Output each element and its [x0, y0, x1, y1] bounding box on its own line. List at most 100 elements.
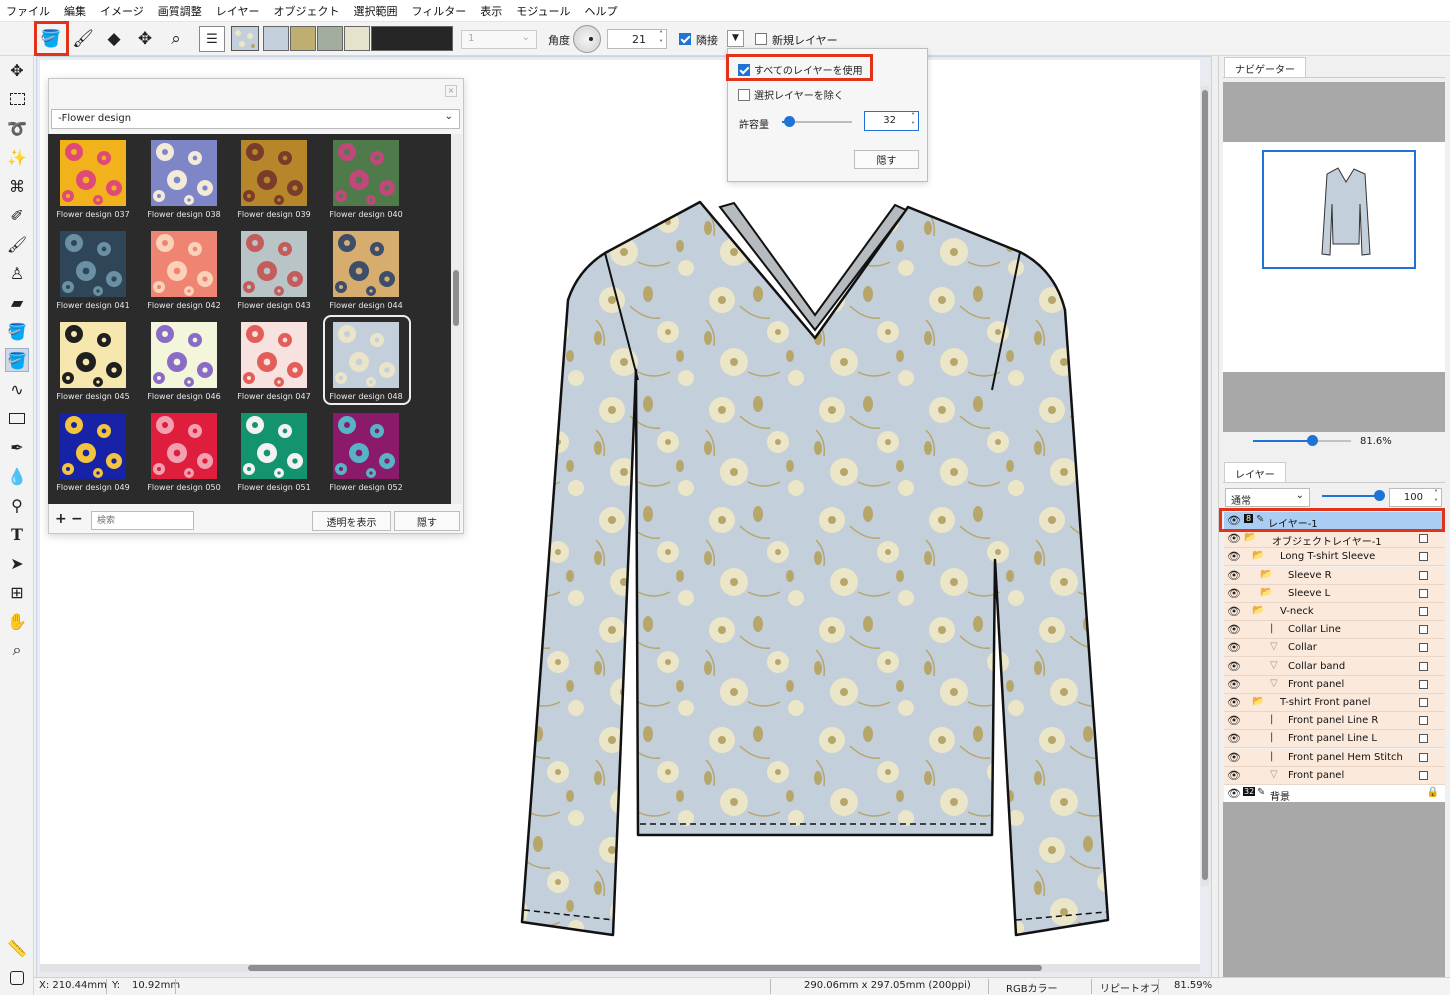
visibility-eye-icon[interactable]: 👁	[1227, 678, 1241, 691]
menu-item-10[interactable]: ヘルプ	[584, 3, 617, 19]
visibility-eye-icon[interactable]: 👁	[1227, 587, 1241, 600]
add-pattern-button[interactable]: +	[55, 511, 67, 527]
dodge-tool-icon[interactable]: ⚲	[5, 493, 29, 517]
move-tool-icon[interactable]: ✥	[5, 58, 29, 82]
menu-item-7[interactable]: フィルター	[411, 3, 466, 19]
layer-select-box[interactable]	[1419, 679, 1428, 689]
vertical-scrollbar[interactable]	[1201, 86, 1209, 886]
menu-item-1[interactable]: 編集	[64, 3, 86, 19]
hand-tool-icon[interactable]: ✋	[5, 609, 29, 633]
pattern-tile[interactable]	[151, 322, 217, 388]
visibility-eye-icon[interactable]: 👁	[1227, 514, 1241, 527]
zigzag-tool-icon[interactable]: ∿	[5, 377, 29, 401]
pattern-tile[interactable]	[60, 413, 126, 479]
magic-wand-icon[interactable]: ✨	[5, 145, 29, 169]
brush-fill-icon[interactable]: 🖌	[70, 26, 96, 52]
marquee-tool-icon[interactable]	[5, 87, 29, 111]
layer-select-box[interactable]	[1419, 770, 1428, 780]
blur-tool-icon[interactable]: 💧	[5, 464, 29, 488]
quick-mask-icon[interactable]	[5, 966, 29, 990]
color-swatch-3[interactable]	[344, 26, 370, 51]
pattern-search-input[interactable]	[91, 511, 194, 530]
layer-row[interactable]: 👁 📂 T-shirt Front panel	[1224, 694, 1445, 712]
layer-row[interactable]: 👁 ▽ Front panel	[1224, 675, 1445, 694]
visibility-eye-icon[interactable]: 👁	[1227, 605, 1241, 618]
tolerance-input[interactable]: 32 ˄ ˅	[864, 111, 919, 131]
visibility-eye-icon[interactable]: 👁	[1227, 769, 1241, 782]
layer-select-box[interactable]	[1419, 734, 1428, 744]
layer-row[interactable]: 👁 📂 オブジェクトレイヤー-1	[1224, 530, 1445, 549]
rectangle-tool-icon[interactable]	[5, 406, 29, 430]
pattern-tile[interactable]	[60, 322, 126, 388]
menu-item-2[interactable]: イメージ	[100, 3, 144, 19]
eraser-fill-icon[interactable]: ◆	[101, 26, 127, 52]
color-swatch-2[interactable]	[317, 26, 343, 51]
settings-sliders-icon[interactable]: ☰	[199, 26, 225, 52]
layer-select-box[interactable]	[1419, 570, 1428, 580]
layer-row[interactable]: 👁 ▽ Collar band	[1224, 657, 1445, 676]
layer-row[interactable]: 👁 ▽ Front panel	[1224, 766, 1445, 785]
visibility-eye-icon[interactable]: 👁	[1227, 751, 1241, 764]
navigator-tab[interactable]: ナビゲーター	[1224, 57, 1306, 77]
pattern-tile[interactable]	[333, 140, 399, 206]
palette-close-icon[interactable]: ×	[445, 85, 457, 97]
pattern-tile[interactable]	[151, 231, 217, 297]
layer-select-box[interactable]	[1419, 698, 1428, 707]
remove-pattern-button[interactable]: −	[71, 511, 83, 527]
menu-item-5[interactable]: オブジェクト	[273, 3, 339, 19]
opacity-slider[interactable]	[1322, 490, 1385, 501]
layer-row[interactable]: 👁 | Front panel Line R	[1224, 712, 1445, 731]
pattern-tile[interactable]	[151, 140, 217, 206]
lasso-tool-icon[interactable]: ➰	[5, 116, 29, 140]
opacity-input[interactable]: 100 ˄ ˅	[1389, 488, 1442, 507]
pattern-tile[interactable]	[60, 231, 126, 297]
eraser-tool-icon[interactable]: ▰	[5, 290, 29, 314]
popup-hide-button[interactable]: 隠す	[854, 150, 919, 169]
brush-size-select[interactable]: 1 ⌄	[461, 30, 537, 49]
visibility-eye-icon[interactable]: 👁	[1227, 696, 1241, 709]
fill-tool-icon[interactable]: 🪣	[5, 319, 29, 343]
layer-row[interactable]: 👁 32 ✎ 🔒 背景	[1224, 785, 1445, 803]
menu-item-3[interactable]: 画質調整	[158, 3, 202, 19]
show-transparent-button[interactable]: 透明を表示	[312, 511, 391, 531]
eyedropper-icon[interactable]: ✐	[5, 203, 29, 227]
layer-row[interactable]: 👁 📂 Long T-shirt Sleeve	[1224, 548, 1445, 567]
pattern-tile[interactable]	[60, 140, 126, 206]
visibility-eye-icon[interactable]: 👁	[1227, 550, 1241, 563]
visibility-eye-icon[interactable]: 👁	[1227, 660, 1241, 673]
use-all-layers-checkbox[interactable]	[738, 63, 750, 76]
brush-tool-icon[interactable]: 🖌	[5, 232, 29, 256]
ruler-icon[interactable]: 📏	[5, 936, 29, 960]
pattern-tile[interactable]	[241, 231, 307, 297]
menu-item-9[interactable]: モジュール	[516, 3, 570, 19]
repeat-mode[interactable]: リピートオフ	[1100, 980, 1160, 995]
visibility-eye-icon[interactable]: 👁	[1227, 732, 1241, 745]
tolerance-slider[interactable]	[782, 116, 852, 127]
layer-select-box[interactable]	[1419, 752, 1428, 762]
horizontal-scrollbar[interactable]	[40, 964, 1200, 972]
visibility-eye-icon[interactable]: 👁	[1227, 623, 1241, 636]
palette-hide-button[interactable]: 隠す	[394, 511, 460, 531]
angle-dial[interactable]	[573, 25, 601, 53]
layer-row[interactable]: 👁 | Front panel Line L	[1224, 730, 1445, 749]
layers-tab[interactable]: レイヤー	[1224, 462, 1286, 482]
layer-row[interactable]: 👁 | Collar Line	[1224, 621, 1445, 640]
layer-row[interactable]: 👁 ▽ Collar	[1224, 639, 1445, 658]
search-fill-icon[interactable]: ⌕	[163, 26, 189, 52]
transform-tool-icon[interactable]: ⊞	[5, 580, 29, 604]
visibility-eye-icon[interactable]: 👁	[1227, 532, 1241, 545]
exclude-selected-checkbox[interactable]	[738, 88, 750, 101]
blend-mode-select[interactable]: 通常 ⌄	[1225, 488, 1310, 507]
zoom-tool-icon[interactable]: ⌕	[5, 638, 29, 662]
color-swatch-4[interactable]	[371, 26, 453, 51]
crop-tool-icon[interactable]: ⌘	[5, 174, 29, 198]
visibility-eye-icon[interactable]: 👁	[1227, 787, 1241, 800]
options-dropdown-button[interactable]: ▼	[727, 30, 744, 47]
pattern-tile[interactable]	[241, 322, 307, 388]
navigator-zoom-slider[interactable]	[1253, 435, 1351, 446]
layer-select-box[interactable]	[1419, 534, 1428, 544]
layer-select-box[interactable]	[1419, 661, 1428, 671]
visibility-eye-icon[interactable]: 👁	[1227, 714, 1241, 727]
visibility-eye-icon[interactable]: 👁	[1227, 569, 1241, 582]
menu-item-0[interactable]: ファイル	[6, 3, 50, 19]
